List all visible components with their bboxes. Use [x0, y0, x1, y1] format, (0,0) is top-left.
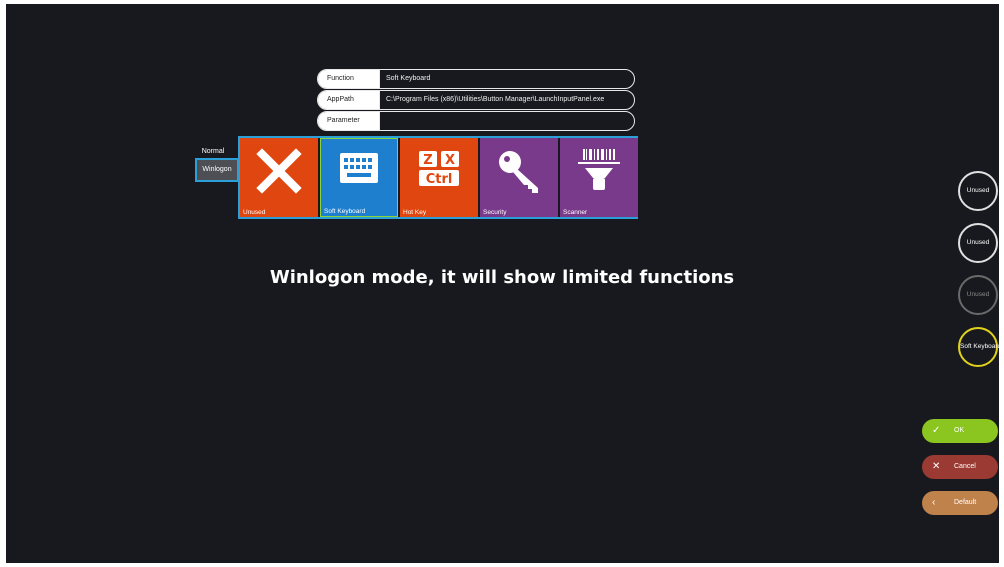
tile-label: Unused: [243, 209, 266, 216]
tile-label: Hot Key: [403, 209, 427, 216]
function-tiles: Unused Soft Keyboard Z X Ctrl Hot Key Se…: [238, 136, 638, 219]
mode-normal-option[interactable]: Normal: [195, 146, 231, 158]
keyboard-icon: [340, 153, 378, 183]
key-ctrl: Ctrl: [426, 172, 453, 187]
cancel-button[interactable]: ✕ Cancel: [922, 455, 998, 479]
hotkey-icon: Z X Ctrl: [419, 151, 459, 187]
function-label: Function: [318, 70, 380, 88]
tile-unused[interactable]: Unused: [240, 138, 318, 217]
apppath-value[interactable]: C:\Program Files (x86)\Utilities\Button …: [380, 91, 634, 109]
default-button[interactable]: ‹ Default: [922, 491, 998, 515]
function-field[interactable]: Function Soft Keyboard: [317, 69, 635, 89]
close-icon: ✕: [932, 461, 941, 472]
tile-label: Scanner: [563, 209, 588, 216]
slot-4[interactable]: Soft Keyboard: [958, 327, 1001, 367]
slot-1[interactable]: Unused: [958, 171, 998, 211]
parameter-field[interactable]: Parameter: [317, 111, 635, 131]
key-x: X: [445, 153, 455, 168]
ok-label: OK: [954, 427, 965, 434]
tile-scanner[interactable]: Scanner: [560, 138, 638, 217]
tile-security[interactable]: Security: [480, 138, 558, 217]
mode-winlogon-option[interactable]: Winlogon: [195, 158, 239, 182]
caption-text: Winlogon mode, it will show limited func…: [269, 267, 735, 288]
x-icon: [256, 148, 302, 194]
default-label: Default: [954, 499, 977, 506]
parameter-label: Parameter: [318, 112, 380, 130]
key-icon: [499, 151, 538, 193]
chevron-left-icon: ‹: [932, 497, 936, 508]
tile-label: Security: [483, 209, 507, 216]
check-icon: ✓: [932, 425, 941, 436]
tile-soft-keyboard[interactable]: Soft Keyboard: [320, 138, 398, 217]
apppath-field[interactable]: AppPath C:\Program Files (x86)\Utilities…: [317, 90, 635, 110]
tile-hot-key[interactable]: Z X Ctrl Hot Key: [400, 138, 478, 217]
function-value[interactable]: Soft Keyboard: [380, 70, 634, 88]
key-z: Z: [423, 153, 432, 168]
tile-label: Soft Keyboard: [324, 208, 366, 215]
apppath-label: AppPath: [318, 91, 380, 109]
parameter-value[interactable]: [380, 112, 634, 130]
barcode-scanner-icon: [578, 149, 620, 190]
cancel-label: Cancel: [954, 463, 976, 470]
ok-button[interactable]: ✓ OK: [922, 419, 998, 443]
slot-2[interactable]: Unused: [958, 223, 998, 263]
